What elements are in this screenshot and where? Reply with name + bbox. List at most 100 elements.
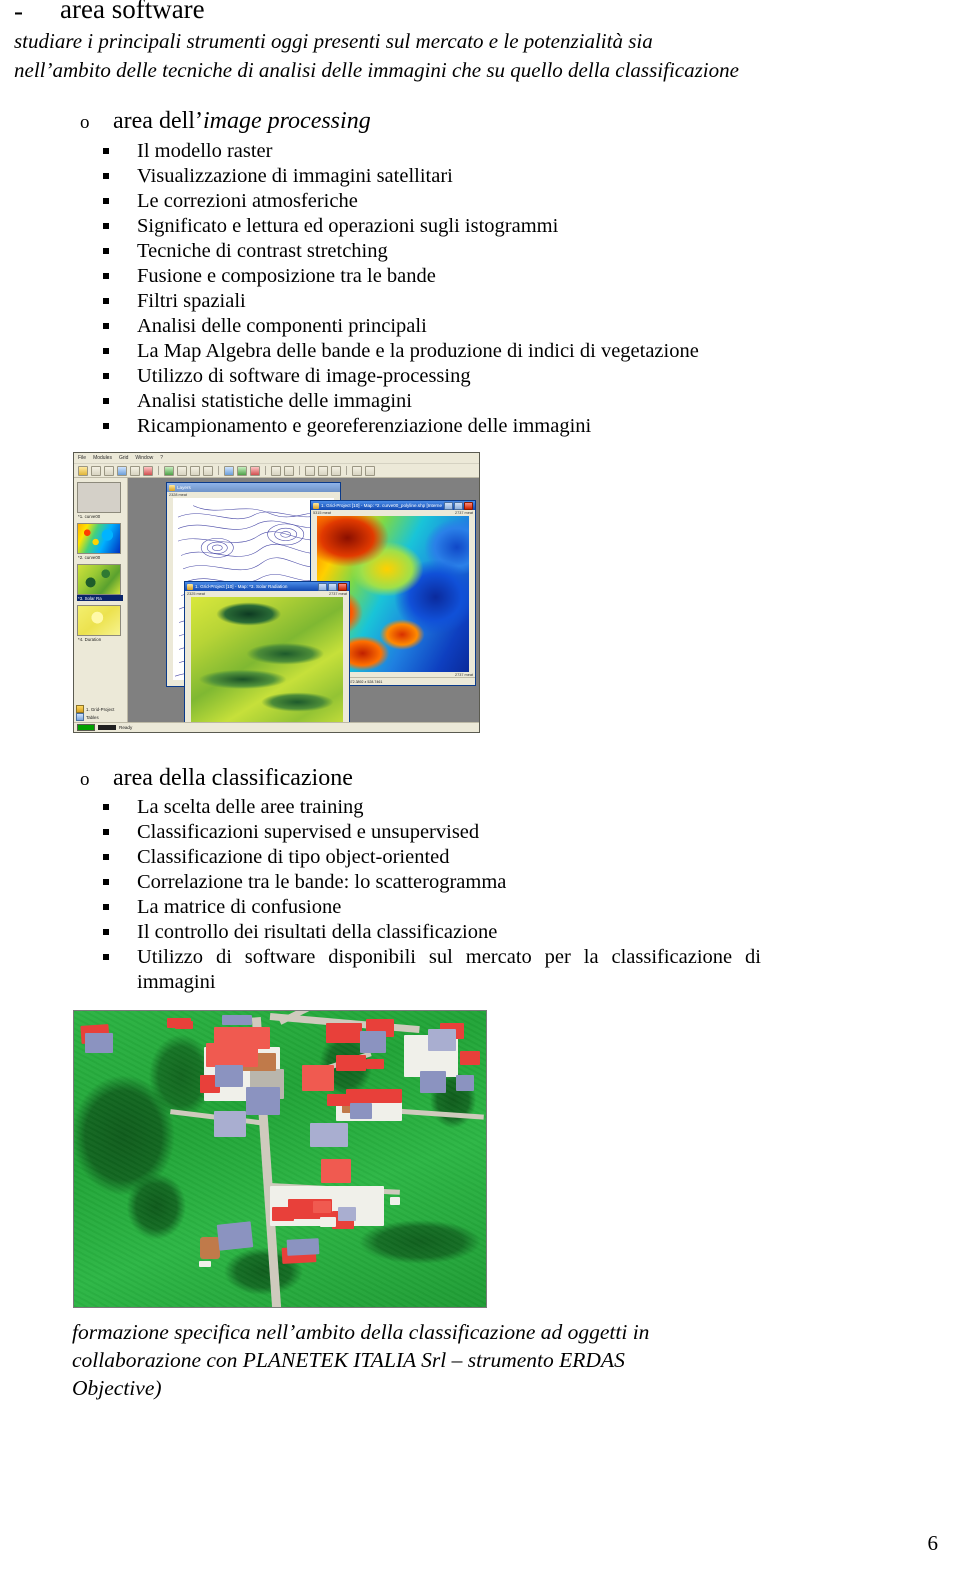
list-item-line-1: Utilizzo di software disponibili sul mer… (137, 946, 761, 968)
minimize-button[interactable] (318, 582, 327, 591)
window-titlebar[interactable]: Layers (167, 483, 340, 492)
zoom-layer-icon[interactable] (331, 465, 341, 476)
roof-red (366, 1059, 384, 1069)
menu-modules[interactable]: Modules (93, 455, 112, 461)
list-item-label: La scelta delle aree training (137, 796, 364, 818)
close-button[interactable] (464, 501, 473, 510)
workspace-thumbnail[interactable]: *2. curve00 (77, 523, 123, 560)
minimize-button[interactable] (444, 501, 453, 510)
list-item: Correlazione tra le bande: lo scatterogr… (103, 870, 803, 895)
ruler-right (469, 516, 475, 679)
layers-icon[interactable] (224, 465, 234, 476)
histogram-icon[interactable] (237, 465, 247, 476)
intro-line: studiare i principali strumenti oggi pre… (14, 29, 653, 53)
workspace-thumbnail-selected[interactable]: *3. Solar Ra (77, 564, 123, 601)
close-button[interactable] (338, 582, 347, 591)
table-icon (76, 713, 84, 721)
square-bullet-icon (103, 829, 109, 835)
list-item-label: Significato e lettura ed operazioni sugl… (137, 215, 559, 237)
measure-icon[interactable] (177, 465, 187, 476)
list-item-label: Analisi delle componenti principali (137, 315, 427, 337)
window-controls[interactable] (318, 582, 347, 591)
grid-icon[interactable] (130, 465, 140, 476)
redo-icon[interactable] (365, 465, 375, 476)
list-item: Il controllo dei risultati della classif… (103, 920, 803, 945)
zoom-out-icon[interactable] (284, 465, 294, 476)
saga-main-area: *1. curve00 *2. curve00 *3. Solar Ra *4.… (74, 478, 479, 732)
roof-blue (216, 1221, 254, 1251)
window-titlebar[interactable]: 1. Grid-Project [10] - Map: *3. Solar Ra… (185, 582, 349, 591)
undo-icon[interactable] (352, 465, 362, 476)
circle-bullet-icon: o (80, 112, 90, 133)
pointer-icon[interactable] (164, 465, 174, 476)
square-bullet-icon (103, 373, 109, 379)
list-item: Analisi statistiche delle immagini (103, 389, 803, 414)
roof-blue (428, 1029, 456, 1051)
maximize-button[interactable] (328, 582, 337, 591)
square-bullet-icon (103, 223, 109, 229)
saga-workspace-panel[interactable]: *1. curve00 *2. curve00 *3. Solar Ra *4.… (74, 478, 128, 723)
menu-file[interactable]: File (78, 455, 86, 461)
paved-area (199, 1261, 211, 1267)
thumbnail-preview (77, 605, 121, 636)
list-item-label-wrapped: Utilizzo di software disponibili sul mer… (103, 945, 761, 995)
section-title-italic: image processing (202, 108, 371, 134)
zoom-in-icon[interactable] (271, 465, 281, 476)
square-bullet-icon (103, 248, 109, 254)
square-bullet-icon (103, 398, 109, 404)
menu-help[interactable]: ? (160, 455, 163, 461)
zoom-extent-icon[interactable] (305, 465, 315, 476)
tree-node-grid-project[interactable]: 1. Grid-Project (76, 705, 114, 713)
closing-line: collaborazione con PLANETEK ITALIA Srl –… (72, 1348, 625, 1372)
list-item: Ricampionamento e georeferenziazione del… (103, 414, 803, 439)
legend-icon[interactable] (250, 465, 260, 476)
thumbnail-label: *3. Solar Ra (77, 595, 123, 601)
closing-line: Objective) (72, 1376, 162, 1400)
tree-node-label: Tables (86, 714, 99, 720)
pan-icon[interactable] (318, 465, 328, 476)
workspace-thumbnail[interactable]: *1. curve00 (77, 482, 123, 519)
square-bullet-icon (103, 173, 109, 179)
window-controls[interactable] (444, 501, 473, 510)
progress-bar-secondary (98, 725, 116, 730)
list-item-label: Classificazione di tipo object-oriented (137, 846, 450, 868)
document-page: - area software studiare i principali st… (0, 0, 960, 1570)
save-icon[interactable] (91, 465, 101, 476)
print-icon[interactable] (104, 465, 114, 476)
list-item: La matrice di confusione (103, 895, 803, 920)
roof-red (336, 1055, 366, 1071)
menu-window[interactable]: Window (135, 455, 153, 461)
thumbnail-label: *2. curve00 (78, 555, 101, 560)
ruler-right (343, 597, 349, 732)
list-item-label: Visualizzazione di immagini satellitari (137, 165, 453, 187)
maximize-button[interactable] (454, 501, 463, 510)
thumbnail-preview (77, 482, 121, 513)
map-window-solar-radiation[interactable]: 1. Grid-Project [10] - Map: *3. Solar Ra… (184, 581, 350, 732)
select-icon[interactable] (203, 465, 213, 476)
window-titlebar[interactable]: 1. Grid-Project [10] - Map: *2. curve00_… (311, 501, 475, 510)
tree-node-tables[interactable]: Tables (76, 713, 114, 721)
list-item-label: Fusione e composizione tra le bande (137, 265, 436, 287)
section-title-plain: area dell’ (113, 108, 203, 134)
roof-blue (350, 1103, 372, 1119)
table-icon[interactable] (117, 465, 127, 476)
list-item-label: Classificazioni supervised e unsupervise… (137, 821, 480, 843)
solar-raster-canvas (191, 597, 343, 732)
help-icon[interactable] (143, 465, 153, 476)
intro-line: nell’ambito delle tecniche di analisi de… (14, 58, 739, 82)
saga-toolbar[interactable] (74, 464, 479, 478)
roof-red (272, 1207, 294, 1221)
list-item: La Map Algebra delle bande e la produzio… (103, 339, 803, 364)
list-item-label: Utilizzo di software di image-processing (137, 365, 471, 387)
open-file-icon[interactable] (78, 465, 88, 476)
paved-area (390, 1197, 400, 1205)
workspace-thumbnail[interactable]: *4. Duration (77, 605, 123, 642)
saga-tree-footer[interactable]: 1. Grid-Project Tables (76, 705, 114, 721)
saga-menubar[interactable]: File Modules Grid Window ? (74, 453, 479, 464)
thumbnail-preview (77, 564, 121, 595)
roof-blue (246, 1087, 280, 1115)
profile-icon[interactable] (190, 465, 200, 476)
menu-grid[interactable]: Grid (119, 455, 128, 461)
square-bullet-icon (103, 904, 109, 910)
intro-paragraph: studiare i principali strumenti oggi pre… (14, 27, 844, 85)
